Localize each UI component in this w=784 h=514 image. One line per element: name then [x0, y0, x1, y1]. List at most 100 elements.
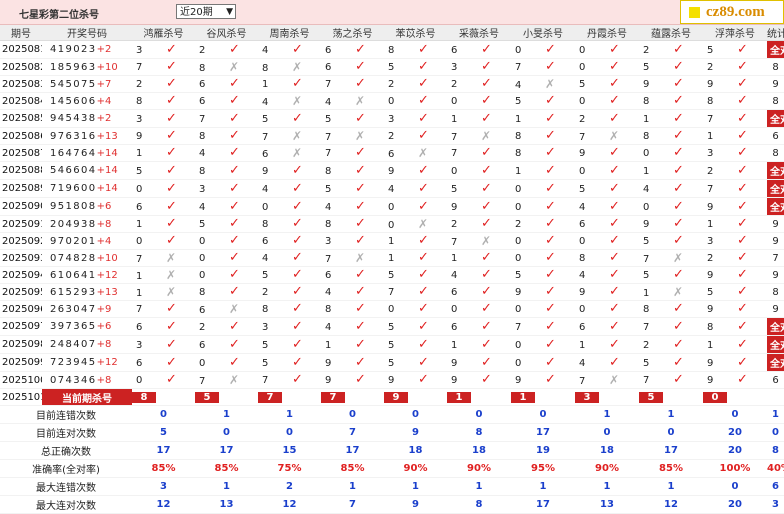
- column-header: 统计: [767, 25, 784, 41]
- kill-value: 9: [707, 270, 714, 281]
- check-icon: ✓: [673, 372, 684, 387]
- kill-cell: 9 ✓: [132, 128, 195, 145]
- draw-digits: 615293: [50, 286, 97, 298]
- current-kill-value: 7: [258, 391, 282, 403]
- kill-cell: 8 ✓: [321, 301, 384, 318]
- kill-cell: 7 ✗: [639, 250, 703, 267]
- kill-value: 0: [199, 270, 206, 281]
- kill-value: 9: [515, 375, 522, 386]
- table-row: 2025088546604+145✓8✓9✓8✓9✓0✓1✓0✓1✓2✓全对: [0, 162, 784, 180]
- check-icon: ✓: [609, 41, 620, 57]
- kill-cell: 6 ✓: [258, 233, 321, 250]
- stat-value: 90%: [595, 463, 619, 474]
- logo-text: cz89.com: [706, 3, 765, 20]
- kill-cell: 5 ✓: [511, 267, 575, 284]
- kill-value: 1: [388, 253, 395, 264]
- all-correct-badge: 全对: [767, 336, 784, 353]
- check-icon: ✓: [166, 372, 177, 387]
- kill-value: 8: [707, 96, 714, 107]
- kill-cell: 9 ✓: [639, 216, 703, 233]
- check-icon: ✓: [229, 162, 240, 178]
- kill-cell: 7 ✓: [195, 110, 258, 128]
- kill-cell: 2 ✓: [703, 250, 767, 267]
- kill-value: 1: [136, 271, 143, 282]
- check-icon: ✓: [737, 250, 748, 265]
- check-icon: ✓: [673, 162, 684, 178]
- kill-cell: 8 ✗: [258, 59, 321, 76]
- kill-value: 7: [643, 321, 650, 333]
- draw-numbers: 145606+4: [42, 93, 132, 110]
- kill-cell: 9 ✓: [511, 372, 575, 389]
- kill-cell: 4 ✓: [575, 198, 639, 216]
- period-number: 2025090: [2, 201, 42, 212]
- draw-digits: 610641: [50, 269, 97, 281]
- check-icon: ✓: [673, 301, 684, 316]
- kill-value: 9: [579, 148, 586, 159]
- all-correct-badge: 全对: [767, 354, 784, 371]
- kill-value: 0: [451, 96, 458, 107]
- kill-value: 5: [707, 287, 714, 298]
- kill-cell: 2 ✓: [639, 41, 703, 59]
- kill-value: 9: [136, 131, 143, 142]
- kill-value: 1: [515, 113, 522, 125]
- kill-value: 7: [136, 254, 143, 265]
- stat-row: 目前连错次数 0 1 1 0 0 0 0 1 1 0 1: [0, 406, 784, 424]
- check-icon: ✓: [545, 372, 556, 387]
- table-row: 2025083545075+72✓6✓1✓7✓2✓2✓4✗5✓9✓9✓9: [0, 76, 784, 93]
- check-icon: ✓: [418, 93, 429, 108]
- check-icon: ✓: [418, 336, 429, 352]
- kill-cell: 0 ✓: [511, 41, 575, 59]
- cross-icon: ✗: [481, 234, 492, 248]
- draw-digits: 723945: [50, 357, 97, 368]
- check-icon: ✓: [481, 198, 492, 214]
- check-icon: ✓: [673, 267, 684, 282]
- kill-value: 4: [199, 201, 206, 213]
- draw-digits: 204938: [50, 218, 97, 230]
- kill-value: 3: [451, 62, 458, 73]
- kill-value: 4: [325, 201, 332, 213]
- kill-value: 3: [199, 183, 206, 195]
- stat-value: 1: [475, 481, 483, 492]
- draw-numbers: 615293+13: [42, 284, 132, 301]
- current-kill-cell: 5: [195, 389, 258, 406]
- correct-count: 9: [772, 218, 779, 230]
- kill-value: 5: [262, 357, 269, 369]
- check-icon: ✓: [481, 301, 492, 316]
- cross-icon: ✗: [166, 251, 177, 265]
- current-kill-value: 9: [384, 391, 408, 403]
- site-logo[interactable]: cz89.com: [680, 0, 784, 24]
- stat-label: 最大连错次数: [36, 483, 96, 494]
- kill-cell: 5 ✓: [384, 318, 447, 336]
- check-icon: ✓: [545, 354, 556, 370]
- kill-value: 7: [451, 148, 458, 159]
- check-icon: ✓: [545, 198, 556, 214]
- kill-cell: 0 ✗: [384, 216, 447, 233]
- check-icon: ✓: [229, 354, 240, 370]
- kill-cell: 3 ✓: [321, 233, 384, 250]
- kill-cell: 7 ✓: [639, 318, 703, 336]
- kill-value: 4: [325, 97, 332, 108]
- kill-value: 6: [136, 357, 143, 369]
- check-icon: ✓: [481, 59, 492, 74]
- kill-cell: 0 ✓: [447, 162, 511, 180]
- kill-cell: 9 ✓: [258, 162, 321, 180]
- correct-count: 6: [772, 374, 779, 386]
- period-select[interactable]: 近20期 ▼: [176, 4, 236, 19]
- kill-cell: 6 ✓: [321, 41, 384, 59]
- check-icon: ✓: [166, 336, 177, 352]
- kill-value: 2: [451, 219, 458, 230]
- check-icon: ✓: [481, 93, 492, 108]
- kill-cell: 8 ✓: [639, 93, 703, 110]
- kill-cell: 7 ✓: [321, 76, 384, 93]
- kill-value: 3: [707, 148, 714, 159]
- correct-count: 8: [772, 286, 779, 298]
- stat-value: 0: [223, 427, 230, 438]
- kill-cell: 5 ✓: [384, 267, 447, 284]
- stat-value: 0: [603, 427, 611, 438]
- column-header: 开奖号码: [42, 25, 132, 41]
- kill-value: 6: [388, 149, 395, 160]
- check-icon: ✓: [229, 128, 240, 143]
- check-icon: ✓: [355, 41, 366, 57]
- kill-cell: 0 ✓: [575, 41, 639, 59]
- check-icon: ✓: [545, 318, 556, 334]
